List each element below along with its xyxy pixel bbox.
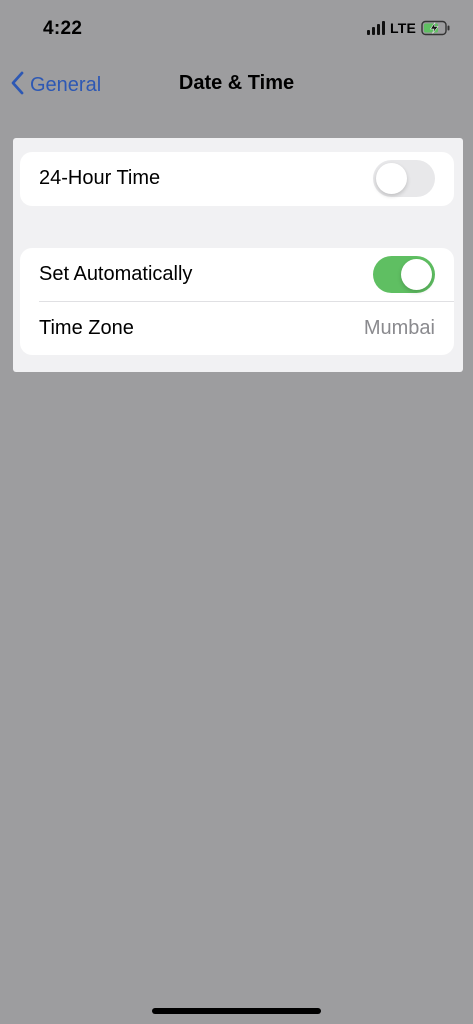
- row-label: Time Zone: [39, 317, 134, 339]
- home-indicator[interactable]: [152, 1008, 321, 1014]
- cellular-signal-icon: [366, 21, 385, 35]
- navigation-bar: General Date & Time: [0, 60, 473, 110]
- status-indicators: LTE: [366, 20, 451, 36]
- toggle-knob: [376, 163, 407, 194]
- status-bar: 4:22 LTE: [0, 0, 473, 60]
- time-zone-value: Mumbai: [363, 317, 435, 339]
- settings-panel: 24-Hour Time Set Automatically Time Zone…: [13, 138, 463, 372]
- row-24-hour-time: 24-Hour Time: [20, 152, 454, 205]
- row-time-zone[interactable]: Time Zone Mumbai: [20, 302, 454, 355]
- row-label: 24-Hour Time: [39, 167, 161, 189]
- status-time: 4:22: [43, 18, 83, 39]
- set-automatically-toggle[interactable]: [373, 256, 435, 293]
- 24-hour-time-toggle[interactable]: [373, 160, 435, 197]
- row-label: Set Automatically: [39, 263, 193, 285]
- toggle-knob: [401, 259, 432, 290]
- battery-charging-icon: [421, 20, 451, 36]
- settings-group-timezone: Set Automatically Time Zone Mumbai: [20, 248, 454, 355]
- row-set-automatically: Set Automatically: [20, 248, 454, 302]
- network-type: LTE: [389, 20, 416, 36]
- page-title: Date & Time: [178, 72, 295, 94]
- settings-group-format: 24-Hour Time: [20, 152, 454, 206]
